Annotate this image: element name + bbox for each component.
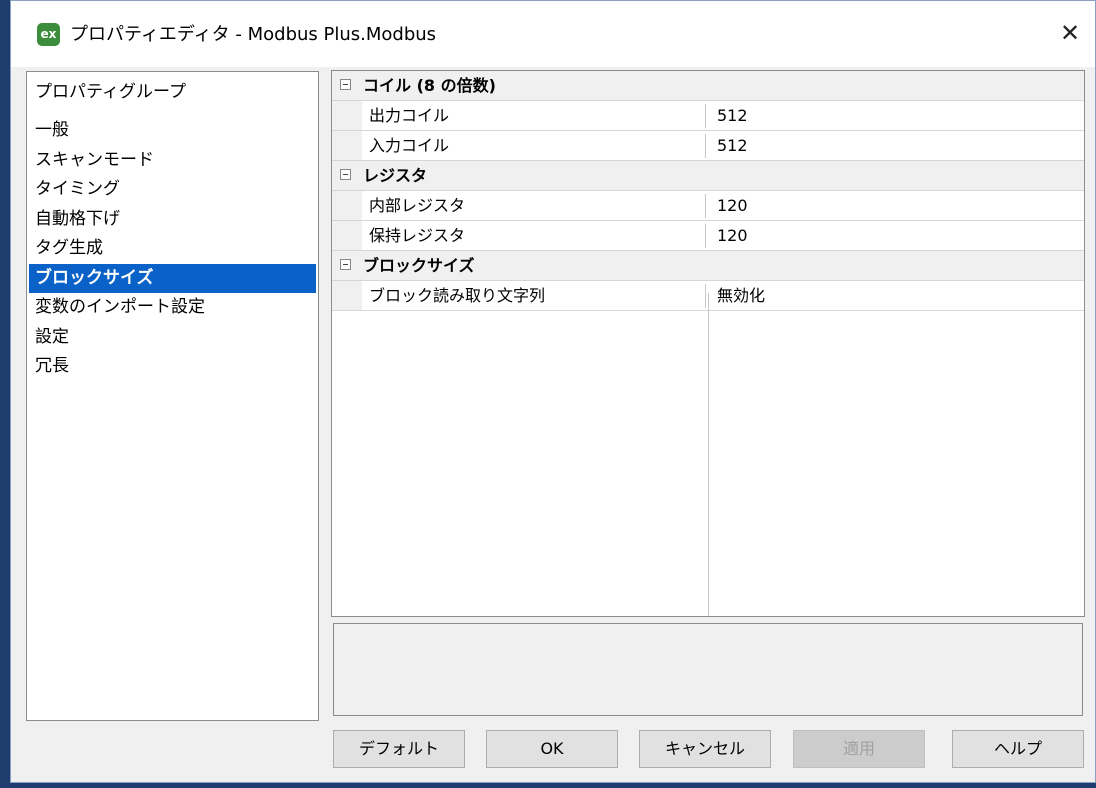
property-name: 入力コイル bbox=[369, 134, 706, 158]
group-item-variable-import[interactable]: 変数のインポート設定 bbox=[29, 293, 316, 323]
property-row-holding-registers[interactable]: 保持レジスタ 120 bbox=[332, 221, 1084, 251]
category-label: レジスタ bbox=[363, 166, 428, 185]
category-coils[interactable]: コイル (8 の倍数) bbox=[332, 71, 1084, 101]
group-item-timing[interactable]: タイミング bbox=[29, 175, 316, 205]
collapse-icon[interactable] bbox=[340, 169, 351, 180]
apply-button[interactable]: 適用 bbox=[793, 730, 925, 768]
description-panel bbox=[333, 623, 1083, 716]
property-value[interactable]: 120 bbox=[717, 224, 748, 248]
window-title: プロパティエディタ - Modbus Plus.Modbus bbox=[70, 24, 437, 45]
category-label: ブロックサイズ bbox=[363, 256, 475, 275]
property-row-output-coils[interactable]: 出力コイル 512 bbox=[332, 101, 1084, 131]
property-editor-window: ex プロパティエディタ - Modbus Plus.Modbus ✕ プロパテ… bbox=[10, 0, 1096, 783]
category-block-size[interactable]: ブロックサイズ bbox=[332, 251, 1084, 281]
property-value[interactable]: 512 bbox=[717, 104, 748, 128]
property-row-internal-registers[interactable]: 内部レジスタ 120 bbox=[332, 191, 1084, 221]
title-bar: ex プロパティエディタ - Modbus Plus.Modbus ✕ bbox=[11, 1, 1095, 67]
collapse-icon[interactable] bbox=[340, 79, 351, 90]
property-value[interactable]: 512 bbox=[717, 134, 748, 158]
category-registers[interactable]: レジスタ bbox=[332, 161, 1084, 191]
property-value[interactable]: 120 bbox=[717, 194, 748, 218]
close-icon: ✕ bbox=[1059, 19, 1081, 47]
property-name: ブロック読み取り文字列 bbox=[369, 284, 706, 308]
group-item-redundancy[interactable]: 冗長 bbox=[29, 352, 316, 382]
group-item-auto-demotion[interactable]: 自動格下げ bbox=[29, 205, 316, 235]
property-value[interactable]: 無効化 bbox=[717, 284, 765, 308]
column-divider bbox=[708, 293, 709, 616]
property-name: 保持レジスタ bbox=[369, 224, 706, 248]
group-item-settings[interactable]: 設定 bbox=[29, 323, 316, 353]
group-item-general[interactable]: 一般 bbox=[29, 116, 316, 146]
property-group-list: プロパティグループ 一般 スキャンモード タイミング 自動格下げ タグ生成 ブロ… bbox=[26, 71, 319, 721]
group-item-scan-mode[interactable]: スキャンモード bbox=[29, 146, 316, 176]
help-button[interactable]: ヘルプ bbox=[952, 730, 1084, 768]
property-grid: コイル (8 の倍数) 出力コイル 512 入力コイル 512 レジスタ 内部レ… bbox=[331, 70, 1085, 617]
property-name: 出力コイル bbox=[369, 104, 706, 128]
app-icon: ex bbox=[37, 23, 60, 46]
default-button[interactable]: デフォルト bbox=[333, 730, 465, 768]
close-button[interactable]: ✕ bbox=[1045, 11, 1095, 55]
property-group-header: プロパティグループ bbox=[35, 82, 186, 102]
ok-button[interactable]: OK bbox=[486, 730, 618, 768]
cancel-button[interactable]: キャンセル bbox=[639, 730, 771, 768]
group-item-tag-generation[interactable]: タグ生成 bbox=[29, 234, 316, 264]
property-row-input-coils[interactable]: 入力コイル 512 bbox=[332, 131, 1084, 161]
category-label: コイル (8 の倍数) bbox=[363, 76, 496, 95]
group-item-block-size[interactable]: ブロックサイズ bbox=[29, 263, 316, 293]
property-name: 内部レジスタ bbox=[369, 194, 706, 218]
collapse-icon[interactable] bbox=[340, 259, 351, 270]
